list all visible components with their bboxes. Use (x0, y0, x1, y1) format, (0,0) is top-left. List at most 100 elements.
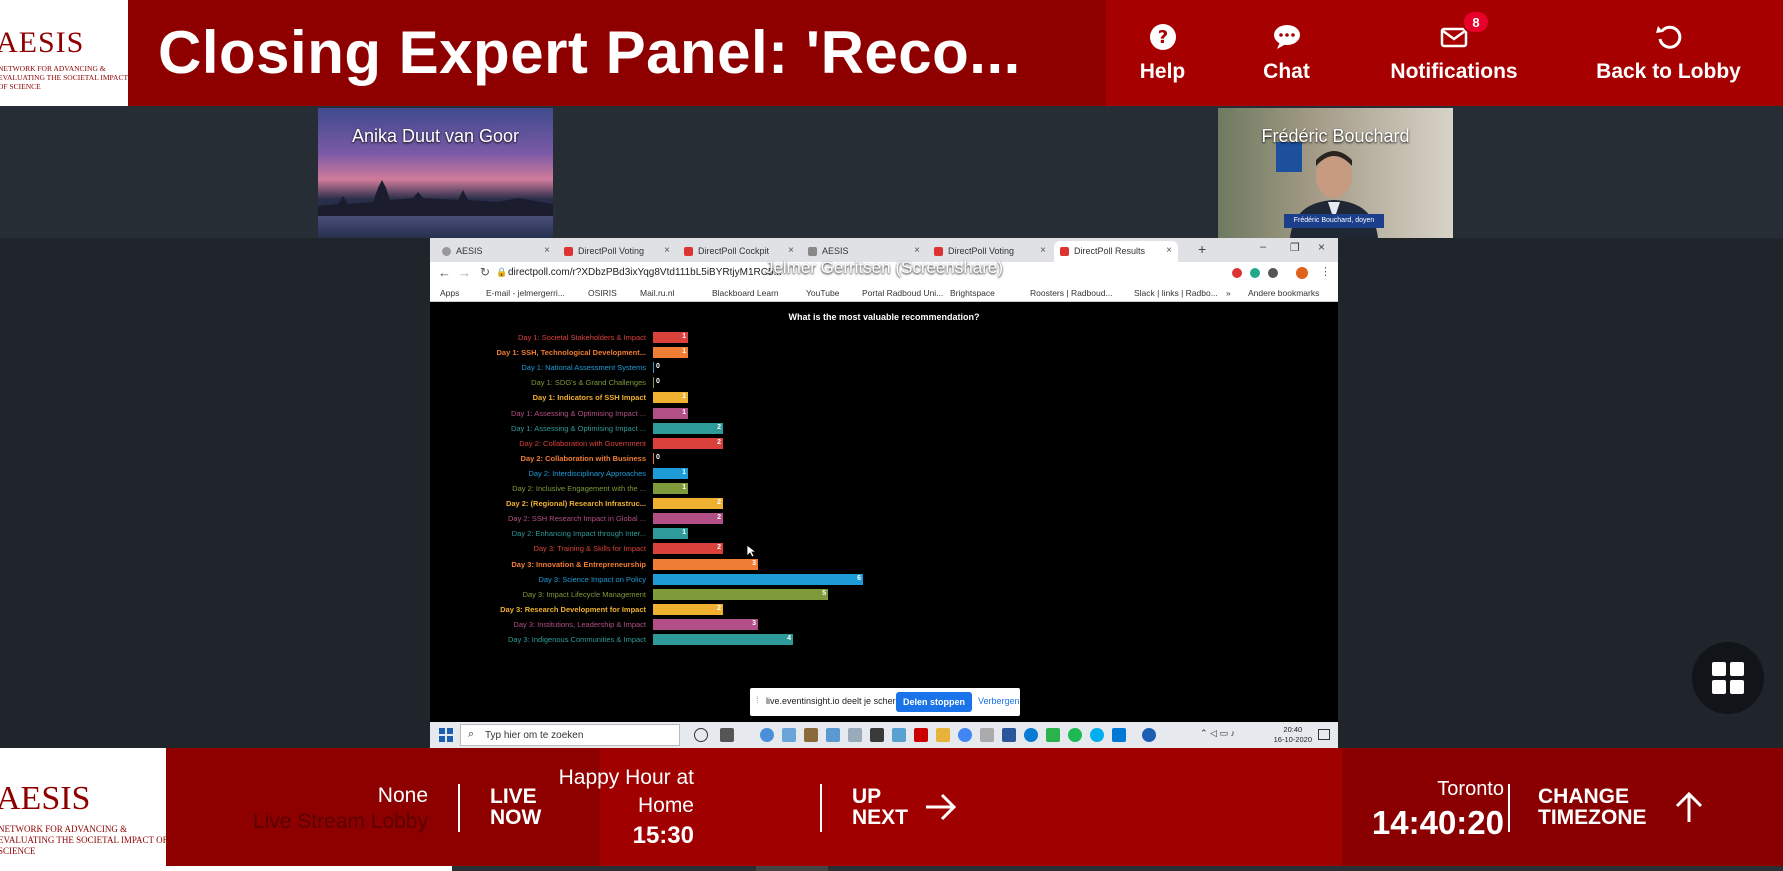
close-icon[interactable]: × (544, 245, 550, 256)
edge-icon[interactable] (1024, 728, 1038, 742)
chart-bar[interactable]: 1 (653, 467, 688, 479)
system-tray-icons[interactable]: ⌃ ◁ ▭ ♪ (1200, 728, 1235, 739)
layout-grid-button[interactable] (1692, 642, 1764, 714)
app-icon[interactable] (826, 728, 840, 742)
chart-bar[interactable]: 1 (653, 392, 688, 404)
close-icon[interactable]: × (914, 245, 920, 256)
drag-handle-icon[interactable]: ⁞ (756, 695, 759, 705)
chart-bar[interactable]: 2 (653, 498, 723, 510)
chart-bar[interactable]: 6 (653, 573, 863, 585)
participant-tile[interactable]: Anika Duut van Goor (318, 108, 553, 238)
bookmark-item[interactable]: E-mail - jelmergerri... (486, 288, 565, 298)
folder-icon[interactable] (936, 728, 950, 742)
aesis-tab-icon (808, 247, 817, 256)
participant-name: Frédéric Bouchard (1261, 126, 1410, 146)
bookmark-item[interactable]: Mail.ru.nl (640, 288, 674, 298)
skype-icon[interactable] (1090, 728, 1104, 742)
participant-tile[interactable]: Frédéric Bouchard, doyen Frédéric Boucha… (1218, 108, 1453, 238)
chart-bar-value: 4 (787, 635, 791, 642)
app-icon[interactable] (848, 728, 862, 742)
chart-bar-value: 0 (656, 453, 660, 461)
bookmark-item[interactable]: Portal Radboud Uni... (862, 288, 943, 298)
app-icon[interactable] (870, 728, 884, 742)
live-now-button[interactable]: LIVE NOW (490, 786, 541, 828)
window-close-icon[interactable]: × (1318, 240, 1325, 254)
taskbar-clock[interactable]: 20:40 16-10-2020 (1274, 725, 1312, 745)
windows-start-icon[interactable] (439, 728, 453, 742)
chart-bar[interactable]: 2 (653, 422, 723, 434)
chart-bar (653, 452, 654, 464)
chart-bar[interactable]: 3 (653, 558, 758, 570)
app-icon[interactable] (782, 728, 796, 742)
new-tab-icon[interactable]: + (1198, 241, 1206, 257)
task-view-icon[interactable] (720, 728, 734, 742)
divider (1508, 784, 1510, 832)
spotify-icon[interactable] (1068, 728, 1082, 742)
chat-bubble-icon (1273, 25, 1300, 49)
chrome-icon[interactable] (958, 728, 972, 742)
chart-category-label: Day 1: SDG's & Grand Challenges (531, 378, 646, 388)
chat-button[interactable]: Chat (1219, 0, 1354, 106)
arrow-right-icon[interactable] (924, 792, 958, 822)
scrollbar-thumb[interactable] (756, 866, 828, 871)
minimize-icon[interactable]: – (1260, 241, 1266, 253)
chart-bar[interactable]: 2 (653, 437, 723, 449)
chart-bar[interactable]: 2 (653, 543, 723, 555)
next-session-title: Happy Hour at (558, 766, 694, 789)
chart-bar (653, 362, 654, 374)
ie-icon[interactable] (760, 728, 774, 742)
chart-bar[interactable]: 1 (653, 528, 688, 540)
cortana-icon[interactable] (694, 728, 708, 742)
chart-category-label: Day 3: Research Development for Impact (500, 604, 646, 614)
chart-bar[interactable]: 2 (653, 603, 723, 615)
chart-bar[interactable]: 3 (653, 618, 758, 630)
chart-bar[interactable]: 5 (653, 588, 828, 600)
chart-category-label: Day 1: Indicators of SSH Impact (532, 393, 646, 403)
change-timezone-button[interactable]: CHANGE TIMEZONE (1538, 786, 1647, 828)
footer-scrollbar (0, 866, 1783, 871)
back-to-lobby-button[interactable]: Back to Lobby (1554, 0, 1783, 106)
directpoll-icon (934, 247, 943, 256)
app-icon[interactable] (1046, 728, 1060, 742)
hide-button[interactable]: Verbergen (978, 696, 1020, 706)
taskbar-search-input[interactable]: ⌕ Typ hier om te zoeken (460, 724, 680, 746)
bookmark-item[interactable]: OSIRIS (588, 288, 617, 298)
app-icon[interactable] (980, 728, 994, 742)
chart-bar-value: 0 (656, 378, 660, 386)
bookmark-item[interactable]: Brightspace (950, 288, 995, 298)
current-session-title: None (377, 784, 428, 807)
bookmark-item[interactable]: Blackboard Learn (712, 288, 779, 298)
maximize-icon[interactable]: ❐ (1290, 241, 1300, 254)
stop-sharing-button[interactable]: Delen stoppen (896, 692, 972, 712)
notification-center-icon[interactable] (1318, 729, 1330, 740)
bookmark-item[interactable]: Slack | links | Radbo... (1134, 288, 1218, 298)
app-icon[interactable] (1112, 728, 1126, 742)
chart-category-label: Day 2: Inclusive Engagement with the ... (512, 484, 646, 493)
bookmark-item[interactable]: Roosters | Radboud... (1030, 288, 1113, 298)
close-icon[interactable]: × (1040, 245, 1046, 256)
chart-bar[interactable]: 2 (653, 513, 723, 525)
close-icon[interactable]: × (1166, 245, 1172, 256)
store-icon[interactable] (804, 728, 818, 742)
notifications-button[interactable]: Notifications 8 (1354, 0, 1554, 106)
bookmark-item[interactable]: » (1226, 288, 1231, 298)
bookmark-item[interactable]: Apps (440, 288, 459, 298)
bookmark-item[interactable]: YouTube (806, 288, 839, 298)
up-next-button[interactable]: UP NEXT (852, 786, 908, 828)
bookmark-item[interactable]: Andere bookmarks (1248, 288, 1319, 298)
chart-bar[interactable]: 1 (653, 407, 688, 419)
chart-bar[interactable]: 4 (653, 634, 793, 645)
help-button[interactable]: ? Help (1106, 0, 1219, 106)
next-session-time: 15:30 (632, 822, 694, 849)
chart-bar[interactable]: 1 (653, 332, 688, 343)
chart-bar[interactable]: 1 (653, 483, 688, 494)
aesis-logo: AESIS NETWORK FOR ADVANCING & EVALUATING… (0, 0, 128, 106)
chart-bar[interactable]: 1 (653, 347, 688, 359)
help-icon[interactable] (1142, 728, 1156, 742)
netflix-icon[interactable] (914, 728, 928, 742)
close-icon[interactable]: × (788, 245, 794, 256)
close-icon[interactable]: × (664, 245, 670, 256)
word-icon[interactable] (1002, 728, 1016, 742)
app-icon[interactable] (892, 728, 906, 742)
arrow-up-icon[interactable] (1674, 790, 1704, 824)
